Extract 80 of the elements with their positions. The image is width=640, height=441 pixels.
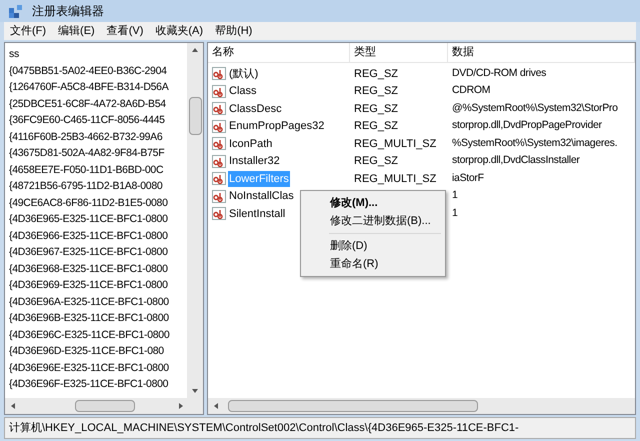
scroll-left-icon[interactable] [212,402,220,410]
value-data: 1 [451,206,459,221]
context-menu-item[interactable]: 删除(D) [301,237,445,255]
tree-item[interactable]: {4D36E96B-E325-11CE-BFC1-0800 [9,310,169,326]
tree-item[interactable]: {48721B56-6795-11D2-B1A8-0080 [9,178,162,194]
value-type: REG_MULTI_SZ [353,172,438,186]
value-type: REG_SZ [353,102,400,116]
value-name[interactable]: NoInstallClas [228,188,295,204]
scroll-left-icon[interactable] [9,402,17,410]
value-data: 1 [451,188,459,204]
context-menu-item[interactable]: 修改二进制数据(B)... [301,212,445,230]
tree-item[interactable]: {4D36E96A-E325-11CE-BFC1-0800 [9,294,169,310]
column-header[interactable]: 名称 [208,43,350,62]
tree-item[interactable]: {4D36E968-E325-11CE-BFC1-0800 [9,260,168,277]
scroll-up-icon[interactable] [191,46,199,54]
value-data: %SystemRoot%\System32\imageres. [451,136,618,151]
tree-item[interactable]: {1264760F-A5C8-4BFE-B314-D56A [9,79,168,96]
value-name[interactable]: ClassDesc [228,100,283,117]
value-type: REG_SZ [353,154,400,169]
value-name[interactable]: Class [228,83,258,100]
tree-item[interactable]: {49CE6AC8-6F86-11D2-B1E5-0080 [9,194,168,211]
context-menu-item[interactable]: 修改(M)... [301,194,445,212]
value-data: storprop.dll,DvdPropPageProvider [451,118,603,134]
tree-item[interactable]: {4D36E96C-E325-11CE-BFC1-0800 [9,326,170,343]
scroll-thumb[interactable] [188,97,202,135]
value-name[interactable]: EnumPropPages32 [228,118,326,134]
tree-item[interactable]: ss [9,46,19,62]
value-name[interactable]: Installer32 [228,153,281,170]
string-value-icon [212,137,226,150]
horizontal-scrollbar[interactable] [5,398,203,414]
value-data: DVD/CD-ROM drives [451,66,548,81]
horizontal-scrollbar[interactable] [208,398,635,414]
tree-item[interactable]: {43675D81-502A-4A82-9F84-B75F [9,145,164,162]
value-name[interactable]: (默认) [228,66,260,82]
tree-item[interactable]: {4D36E96F-E325-11CE-BFC1-0800 [9,376,168,392]
string-value-icon [212,120,226,133]
value-data: @%SystemRoot%\System32\StorPro [451,100,619,116]
scroll-down-icon[interactable] [191,387,199,395]
tree-item[interactable]: {4116F60B-25B3-4662-B732-99A6 [9,128,162,145]
tree-item[interactable]: {0475BB51-5A02-4EE0-B36C-2904 [9,62,167,79]
window-title: 注册表编辑器 [32,3,104,20]
tree-item[interactable]: {4D36E965-E325-11CE-BFC1-0800 [9,211,168,228]
tree-item[interactable]: {4D36E969-E325-11CE-BFC1-0800 [9,277,168,294]
string-value-icon [212,154,226,168]
value-data: iaStorF [451,170,485,186]
tree-item[interactable]: {4D36E96D-E325-11CE-BFC1-080 [9,343,164,360]
context-menu-item[interactable]: 重命名(R) [301,255,445,273]
status-path: 计算机\HKEY_LOCAL_MACHINE\SYSTEM\ControlSet002\Control\Class\{4D36E965-E325-11CE-BFC1- [9,420,519,436]
menu-item[interactable]: 编辑(E) [52,22,101,40]
tree-item[interactable]: {4658EE7E-F050-11D1-B6BD-00C [9,162,164,178]
column-header[interactable]: 数据 [448,43,635,62]
column-header[interactable]: 类型 [350,43,448,62]
menu-item[interactable]: 文件(F) [4,22,52,40]
value-name[interactable]: IconPath [228,136,274,152]
tree-item[interactable]: {4D36E96E-E325-11CE-BFC1-0800 [9,360,169,376]
scroll-thumb[interactable] [75,400,135,412]
menu-item[interactable]: 帮助(H) [209,22,258,40]
string-value-icon [212,172,226,186]
registry-app-icon [8,3,24,19]
value-type: REG_SZ [353,66,400,82]
tree-item[interactable]: {4D36E966-E325-11CE-BFC1-0800 [9,228,168,244]
scroll-thumb[interactable] [228,400,478,412]
string-value-icon [212,102,226,116]
value-type: REG_MULTI_SZ [353,136,438,152]
value-data: CDROM [451,83,492,98]
value-name[interactable]: SilentInstall [228,206,286,222]
string-value-icon [212,67,226,80]
tree-item[interactable]: {36FC9E60-C465-11CF-8056-4445 [9,112,165,128]
string-value-icon [212,207,226,220]
tree-item[interactable]: {25DBCE51-6C8F-4A72-8A6D-B54 [9,96,166,112]
vertical-scrollbar[interactable] [187,43,203,398]
menu-item[interactable]: 收藏夹(A) [149,22,210,40]
value-type: REG_SZ [353,119,400,134]
string-value-icon [212,84,226,98]
value-data: storprop.dll,DvdClassInstaller [451,153,581,168]
string-value-icon [212,190,226,203]
menu-item[interactable]: 查看(V) [100,22,150,40]
value-type: REG_SZ [353,84,400,99]
tree-item[interactable]: {4D36E967-E325-11CE-BFC1-0800 [9,244,168,260]
scroll-right-icon[interactable] [177,402,185,410]
